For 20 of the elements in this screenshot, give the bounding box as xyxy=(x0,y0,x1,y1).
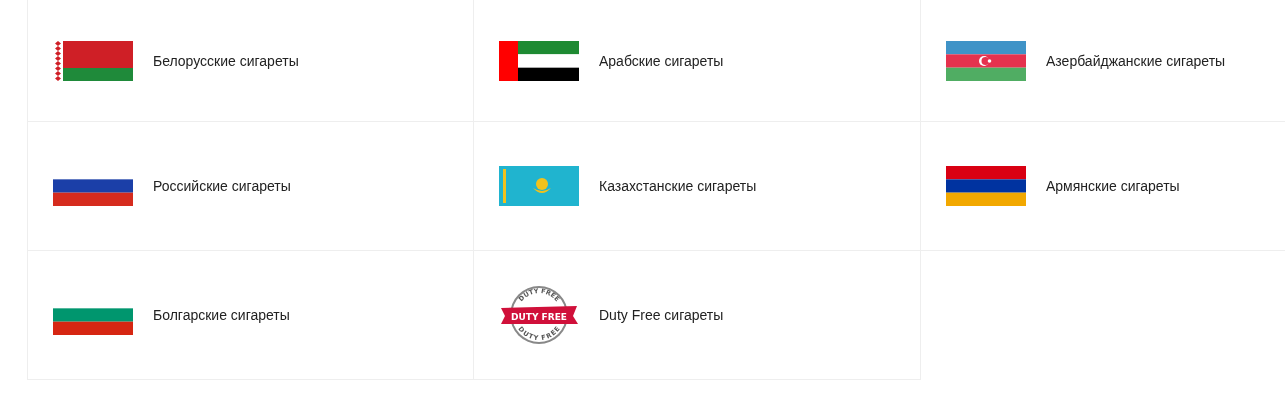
category-tile[interactable]: Болгарские сигареты xyxy=(27,251,474,380)
category-label: Белорусские сигареты xyxy=(153,52,299,69)
category-label: Duty Free сигареты xyxy=(599,307,724,323)
category-tile[interactable]: Азербайджанские сигареты xyxy=(921,0,1285,122)
flag-icon xyxy=(53,40,133,81)
flag-icon xyxy=(499,40,579,81)
category-label: Арабские сигареты xyxy=(599,52,724,69)
category-tile[interactable]: Казахстанские сигареты xyxy=(474,122,921,251)
category-label: Болгарские сигареты xyxy=(153,307,290,323)
flag-icon xyxy=(946,166,1026,206)
category-label: Российские сигареты xyxy=(153,178,291,194)
category-label: Казахстанские сигареты xyxy=(599,178,757,194)
flag-icon xyxy=(946,40,1026,81)
category-tile[interactable]: Российские сигареты xyxy=(27,122,474,251)
category-label: Армянские сигареты xyxy=(1046,178,1180,194)
category-tile[interactable]: Арабские сигареты xyxy=(474,0,921,122)
flag-icon xyxy=(499,166,579,206)
category-tile[interactable]: Белорусские сигареты xyxy=(27,0,474,122)
category-tile[interactable]: Армянские сигареты xyxy=(921,122,1285,251)
category-label: Азербайджанские сигареты xyxy=(1046,52,1226,69)
